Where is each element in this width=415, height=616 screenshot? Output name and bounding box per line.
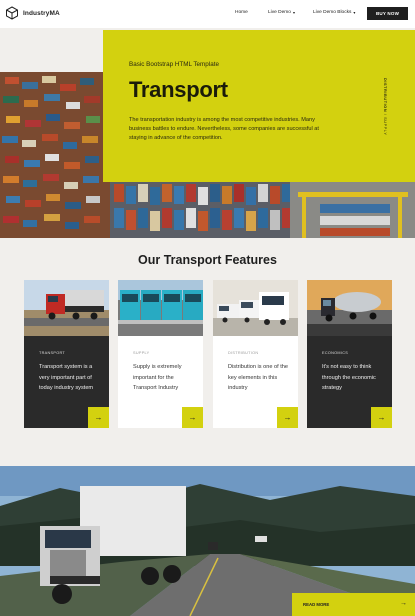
- buy-now-button[interactable]: BUY NOW: [367, 7, 408, 20]
- card-tag: TRANSPORT: [39, 351, 66, 355]
- hero-title: Transport: [129, 77, 228, 102]
- card-image-tanker-truck: [307, 280, 392, 336]
- read-more-button[interactable]: READ MORE →: [292, 593, 415, 616]
- chevron-down-icon: ▾: [353, 10, 356, 15]
- cube-logo-icon: [6, 6, 18, 20]
- card-tag: ECONOMICS: [322, 351, 349, 355]
- feature-card-economics: ECONOMICS It's not easy to think through…: [307, 280, 392, 428]
- card-image-red-truck: [24, 280, 109, 336]
- feature-card-transport: TRANSPORT Transport system is a very imp…: [24, 280, 109, 428]
- card-text: It's not easy to think through the econo…: [322, 364, 376, 391]
- feature-card-distribution: DISTRIBUTION Distribution is one of the …: [213, 280, 298, 428]
- features-heading: Our Transport Features: [138, 253, 277, 267]
- nav-link-home[interactable]: Home: [235, 10, 248, 15]
- card-text: Supply is extremely important for the Tr…: [133, 364, 182, 391]
- hero-vertical-text: DISTRIBUTION / SUPPLY: [383, 78, 387, 135]
- read-more-label: READ MORE: [303, 602, 330, 607]
- card-text: Transport system is a very important par…: [39, 364, 94, 391]
- card-tag: DISTRIBUTION: [228, 351, 259, 355]
- arrow-right-icon: →: [400, 600, 407, 607]
- card-tag: SUPPLY: [133, 351, 150, 355]
- feature-card-supply: SUPPLY Supply is extremely important for…: [118, 280, 203, 428]
- nav-link-label: Live Demo: [268, 10, 291, 15]
- card-image-white-trucks: [213, 280, 298, 336]
- vertical-text-bold: DISTRIBUTION: [383, 78, 387, 113]
- arrow-right-icon[interactable]: →: [182, 407, 203, 428]
- card-image-blue-trucks: [118, 280, 203, 336]
- hero-kicker: Basic Bootstrap HTML Template: [129, 61, 219, 68]
- hero-description: The transportation industry is among the…: [129, 117, 319, 141]
- nav-link-live-demo-blocks[interactable]: Live Demo Blocks ▾: [313, 10, 355, 15]
- card-text: Distribution is one of the key elements …: [228, 364, 289, 391]
- brand-logo[interactable]: IndustryMA: [5, 6, 60, 20]
- vertical-text-rest: / SUPPLY: [383, 112, 387, 136]
- arrow-right-icon[interactable]: →: [88, 407, 109, 428]
- nav-link-label: Home: [235, 10, 248, 15]
- arrow-right-icon[interactable]: →: [277, 407, 298, 428]
- hero-card: Basic Bootstrap HTML Template Transport …: [103, 30, 415, 182]
- top-navbar: IndustryMA Home Live Demo ▾ Live Demo Bl…: [0, 0, 415, 28]
- nav-link-live-demo[interactable]: Live Demo ▾: [268, 10, 295, 15]
- arrow-right-icon[interactable]: →: [371, 407, 392, 428]
- nav-link-label: Live Demo Blocks: [313, 10, 352, 15]
- brand-name: IndustryMA: [23, 9, 60, 17]
- chevron-down-icon: ▾: [292, 10, 295, 15]
